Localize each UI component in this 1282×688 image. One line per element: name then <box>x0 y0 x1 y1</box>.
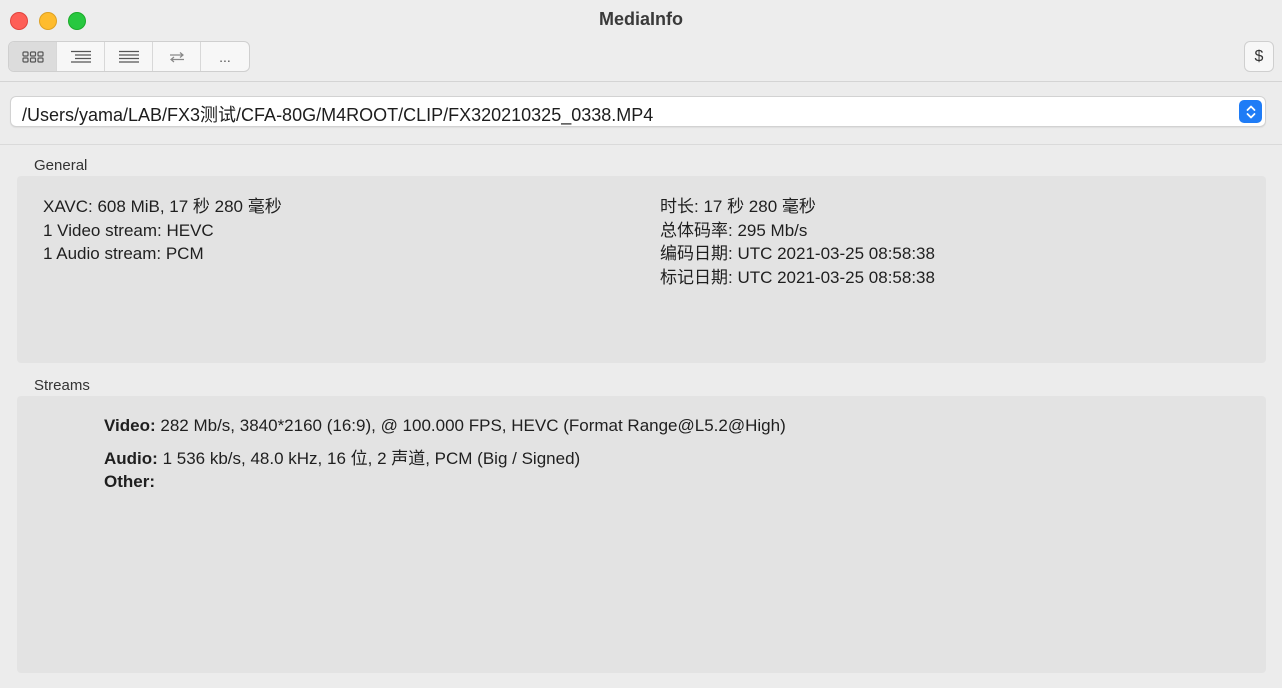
swap-arrows-icon <box>169 51 184 62</box>
streams-section-label: Streams <box>34 377 90 394</box>
indented-list-icon <box>70 50 91 63</box>
more-label: ... <box>219 48 231 65</box>
general-duration-line: 时长: 17 秒 280 毫秒 <box>660 197 816 216</box>
stream-row-other: Other: <box>104 472 155 492</box>
general-section-label: General <box>34 157 88 174</box>
general-panel: XAVC: 608 MiB, 17 秒 280 毫秒 1 Video strea… <box>17 176 1266 363</box>
grid-icon <box>21 50 44 63</box>
view-mode-segmented-control: ... <box>8 41 250 72</box>
general-right-column: 时长: 17 秒 280 毫秒 总体码率: 295 Mb/s 编码日期: UTC… <box>660 195 935 289</box>
title-bar: MediaInfo ... $ <box>0 0 1282 82</box>
file-path-select[interactable]: /Users/yama/LAB/FX3测试/CFA-80G/M4ROOT/CLI… <box>10 96 1266 127</box>
stream-key: Other: <box>104 472 155 491</box>
stream-value: 1 536 kb/s, 48.0 kHz, 16 位, 2 声道, PCM (B… <box>162 449 581 468</box>
divider <box>0 144 1282 145</box>
general-audio-stream-line: 1 Audio stream: PCM <box>43 244 204 263</box>
stream-key: Audio: <box>104 449 158 468</box>
window-title: MediaInfo <box>599 9 683 29</box>
view-more-button[interactable]: ... <box>201 42 249 71</box>
general-tagged-date-line: 标记日期: UTC 2021-03-25 08:58:38 <box>660 267 935 287</box>
general-encoded-date-line: 编码日期: UTC 2021-03-25 08:58:38 <box>660 244 935 263</box>
general-left-column: XAVC: 608 MiB, 17 秒 280 毫秒 1 Video strea… <box>43 195 282 266</box>
general-format-line: XAVC: 608 MiB, 17 秒 280 毫秒 <box>43 197 282 216</box>
chevron-up-down-icon <box>1246 105 1255 118</box>
streams-panel: Video: 282 Mb/s, 3840*2160 (16:9), @ 100… <box>17 396 1266 673</box>
view-tree-button[interactable] <box>105 42 153 71</box>
dollar-button[interactable]: $ <box>1244 41 1274 72</box>
stream-value: 282 Mb/s, 3840*2160 (16:9), @ 100.000 FP… <box>160 416 786 435</box>
list-icon <box>118 50 139 63</box>
dollar-label: $ <box>1254 47 1264 65</box>
mediainfo-window: MediaInfo ... $ /Users/yama/LAB/FX3测试/CF… <box>0 0 1282 688</box>
stream-row-video: Video: 282 Mb/s, 3840*2160 (16:9), @ 100… <box>104 416 786 436</box>
general-video-stream-line: 1 Video stream: HEVC <box>43 220 214 240</box>
path-dropdown-stepper[interactable] <box>1239 100 1262 123</box>
view-sheet-button[interactable] <box>57 42 105 71</box>
view-html-button[interactable] <box>153 42 201 71</box>
file-path-value: /Users/yama/LAB/FX3测试/CFA-80G/M4ROOT/CLI… <box>22 105 654 125</box>
view-basic-button[interactable] <box>9 42 57 71</box>
general-bitrate-line: 总体码率: 295 Mb/s <box>660 220 808 240</box>
stream-row-audio: Audio: 1 536 kb/s, 48.0 kHz, 16 位, 2 声道,… <box>104 444 580 469</box>
stream-key: Video: <box>104 416 156 435</box>
